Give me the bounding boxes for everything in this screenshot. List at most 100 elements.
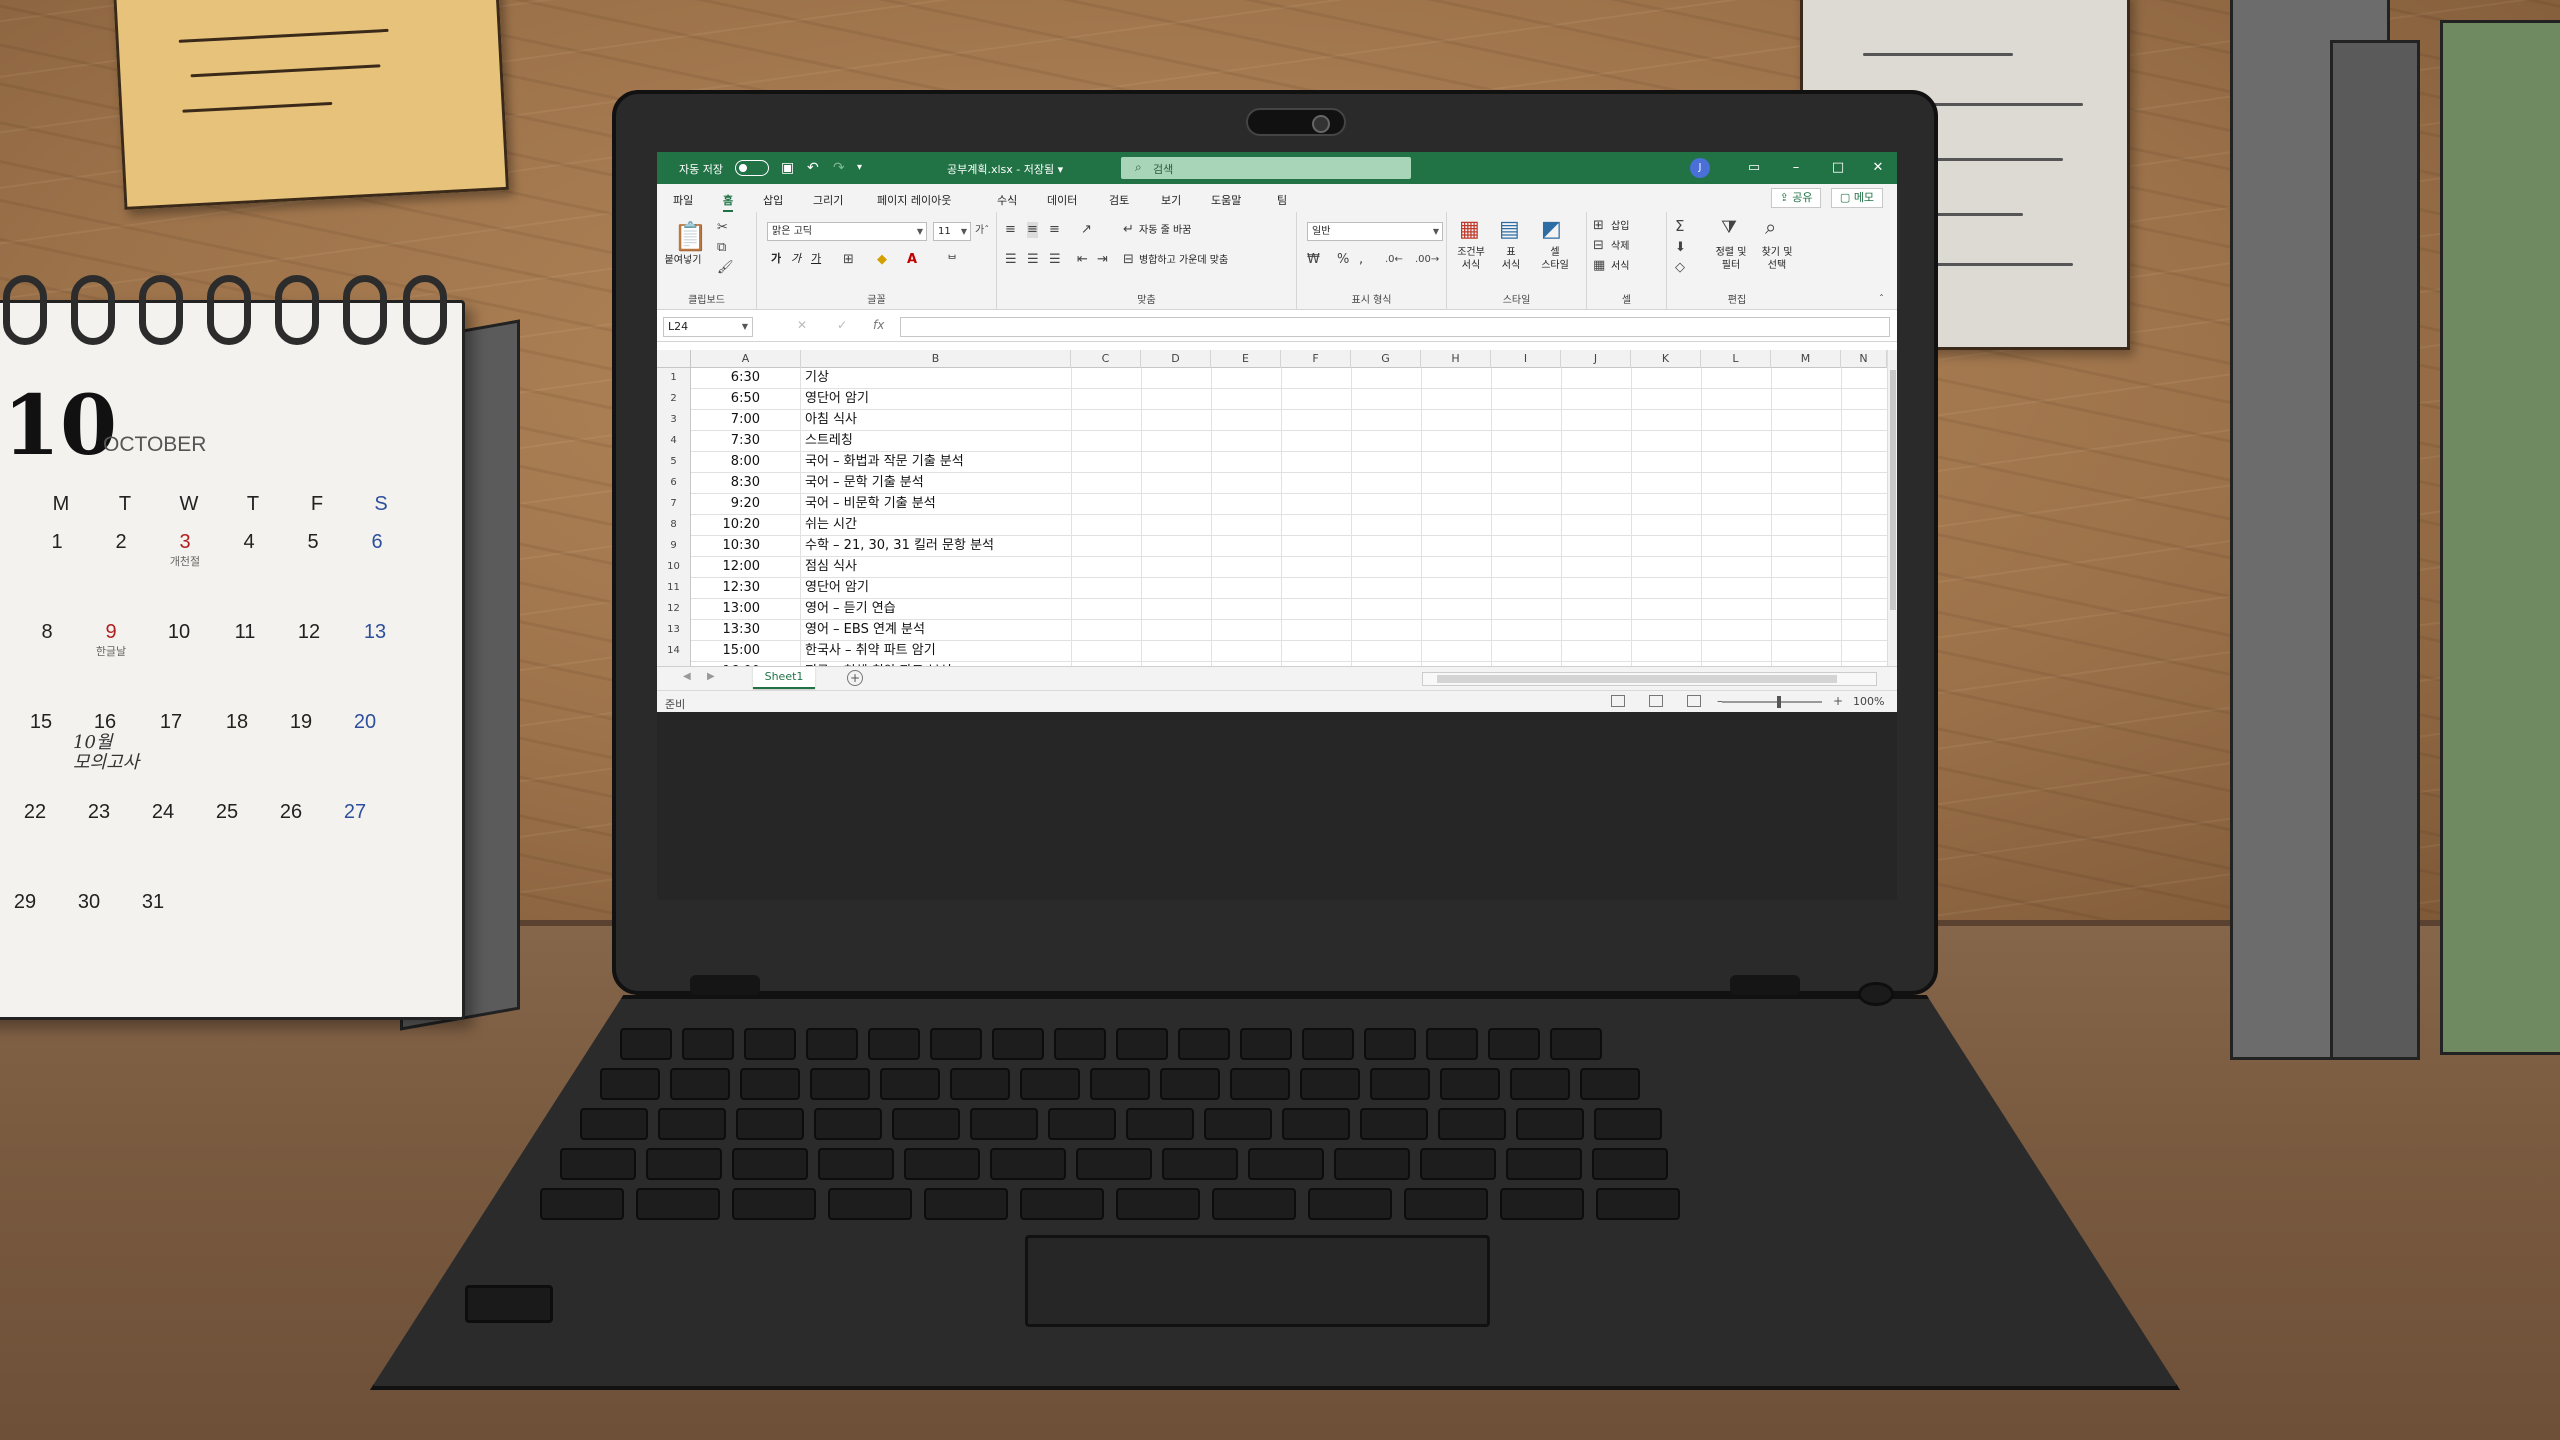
font-size-select[interactable]: 11 ▼ xyxy=(933,222,971,241)
cell-time[interactable]: 6:30 xyxy=(691,368,801,389)
cell-time[interactable]: 10:30 xyxy=(691,536,801,557)
format-painter-icon[interactable]: 🖌 xyxy=(717,260,734,276)
scroll-thumb[interactable] xyxy=(1437,675,1837,683)
cell-time[interactable]: 13:30 xyxy=(691,620,801,641)
row-header[interactable]: 3 xyxy=(657,410,691,431)
cell-time[interactable]: 13:00 xyxy=(691,599,801,620)
orientation-icon[interactable]: ↗ xyxy=(1081,222,1092,238)
tab-review[interactable]: 검토 xyxy=(1109,192,1129,208)
tab-page-layout[interactable]: 페이지 레이아웃 xyxy=(877,192,951,208)
conditional-format-button[interactable]: 조건부 서식 xyxy=(1453,246,1489,272)
grow-font-icon[interactable]: 가ˆ xyxy=(975,223,989,239)
cut-icon[interactable]: ✂ xyxy=(717,220,728,236)
cell-time[interactable]: 8:30 xyxy=(691,473,801,494)
cell-task[interactable]: 영어 – EBS 연계 분석 xyxy=(801,620,1731,641)
paste-icon[interactable]: 📋 xyxy=(673,222,708,252)
decrease-indent-icon[interactable]: ⇤ xyxy=(1077,252,1088,268)
cell-task[interactable]: 국어 – 화법과 작문 기출 분석 xyxy=(801,452,1731,473)
row-header[interactable]: 6 xyxy=(657,473,691,494)
cell-task[interactable]: 점심 식사 xyxy=(801,557,1731,578)
column-header[interactable]: L xyxy=(1701,350,1771,368)
prev-sheet-icon[interactable]: ◀ xyxy=(683,671,691,682)
tab-team[interactable]: 팀 xyxy=(1277,192,1287,208)
horizontal-scrollbar[interactable] xyxy=(1422,672,1877,686)
scroll-thumb[interactable] xyxy=(1890,370,1896,610)
format-table-icon[interactable]: ▤ xyxy=(1499,218,1520,242)
vertical-scrollbar[interactable] xyxy=(1887,350,1897,666)
cell-task[interactable]: 기상 xyxy=(801,368,1731,389)
row-header[interactable]: 14 xyxy=(657,641,691,662)
cell-task[interactable]: 영단어 암기 xyxy=(801,389,1731,410)
maximize-icon[interactable]: □ xyxy=(1827,158,1849,178)
conditional-format-icon[interactable]: ▦ xyxy=(1459,218,1480,242)
undo-icon[interactable]: ↶ xyxy=(807,159,819,177)
column-header[interactable]: N xyxy=(1841,350,1887,368)
enter-icon[interactable]: ✓ xyxy=(837,318,847,332)
cell-task[interactable]: 국어 – 문학 기출 분석 xyxy=(801,473,1731,494)
underline-button[interactable]: 가 xyxy=(811,252,821,265)
comma-icon[interactable]: , xyxy=(1359,252,1363,268)
tab-insert[interactable]: 삽입 xyxy=(763,192,783,208)
increase-indent-icon[interactable]: ⇥ xyxy=(1097,252,1108,268)
cell-time[interactable]: 7:00 xyxy=(691,410,801,431)
save-icon[interactable]: ▣ xyxy=(781,159,794,177)
redo-icon[interactable]: ↷ xyxy=(833,159,845,177)
merge-icon[interactable]: ⊟ xyxy=(1123,252,1134,268)
tab-data[interactable]: 데이터 xyxy=(1047,192,1077,208)
bold-button[interactable]: 가 xyxy=(771,252,781,265)
row-header[interactable]: 9 xyxy=(657,536,691,557)
cell-task[interactable]: 쉬는 시간 xyxy=(801,515,1731,536)
next-sheet-icon[interactable]: ▶ xyxy=(707,671,715,682)
tab-help[interactable]: 도움말 xyxy=(1211,192,1241,208)
insert-cells-icon[interactable]: ⊞ xyxy=(1593,218,1604,234)
clear-icon[interactable]: ◇ xyxy=(1675,260,1685,276)
align-right-icon[interactable]: ☰ xyxy=(1049,252,1061,268)
cell-task[interactable]: 아침 식사 xyxy=(801,410,1731,431)
column-header[interactable]: J xyxy=(1561,350,1631,368)
row-header[interactable]: 7 xyxy=(657,494,691,515)
select-all-corner[interactable] xyxy=(657,350,691,368)
normal-view-icon[interactable] xyxy=(1611,695,1625,707)
delete-cells-button[interactable]: 삭제 xyxy=(1611,240,1629,253)
align-center-icon[interactable]: ☰ xyxy=(1027,252,1039,268)
spreadsheet-grid[interactable]: 1 6:30 기상 2 6:50 영단어 암기 3 7:00 아침 식사 4 7:30 스트레칭 5 8:… xyxy=(657,368,1887,666)
cell-task[interactable]: 국어 – 비문학 기출 분석 xyxy=(801,494,1731,515)
fill-color-icon[interactable]: ◆ xyxy=(877,252,887,268)
phonetic-icon[interactable]: ᄇ xyxy=(947,252,957,268)
zoom-in-icon[interactable]: + xyxy=(1833,694,1843,708)
font-name-select[interactable]: 맑은 고딕 ▼ xyxy=(767,222,927,241)
find-icon[interactable]: ⌕ xyxy=(1765,216,1776,238)
row-header[interactable]: 2 xyxy=(657,389,691,410)
delete-cells-icon[interactable]: ⊟ xyxy=(1593,238,1604,254)
number-format-select[interactable]: 일반 ▼ xyxy=(1307,222,1443,241)
page-break-view-icon[interactable] xyxy=(1687,695,1701,707)
row-header[interactable]: 12 xyxy=(657,599,691,620)
column-header[interactable]: A xyxy=(691,350,801,368)
paste-button[interactable]: 붙여넣기 xyxy=(661,254,705,267)
cell-styles-button[interactable]: 셀 스타일 xyxy=(1535,246,1575,272)
cell-task[interactable]: 영어 – 듣기 연습 xyxy=(801,599,1731,620)
align-bottom-icon[interactable]: ≡ xyxy=(1049,222,1060,238)
percent-icon[interactable]: % xyxy=(1337,252,1349,268)
wrap-text-button[interactable]: 자동 줄 바꿈 xyxy=(1139,224,1191,237)
row-header[interactable]: 13 xyxy=(657,620,691,641)
cell-time[interactable]: 6:50 xyxy=(691,389,801,410)
column-header[interactable]: M xyxy=(1771,350,1841,368)
align-top-icon[interactable]: ≡ xyxy=(1005,222,1016,238)
minimize-icon[interactable]: – xyxy=(1785,158,1807,178)
cell-time[interactable]: 12:00 xyxy=(691,557,801,578)
sheet-tab[interactable]: Sheet1 xyxy=(753,667,815,689)
power-button[interactable] xyxy=(1858,982,1894,1006)
decrease-decimal-icon[interactable]: .00→ xyxy=(1415,252,1439,268)
cancel-icon[interactable]: ✕ xyxy=(797,318,807,332)
cell-time[interactable]: 10:20 xyxy=(691,515,801,536)
cell-styles-icon[interactable]: ◩ xyxy=(1541,218,1562,242)
column-header[interactable]: G xyxy=(1351,350,1421,368)
cell-time[interactable]: 8:00 xyxy=(691,452,801,473)
zoom-level[interactable]: 100% xyxy=(1853,695,1884,708)
align-left-icon[interactable]: ☰ xyxy=(1005,252,1017,268)
find-select-button[interactable]: 찾기 및 선택 xyxy=(1755,246,1799,272)
autosave-toggle[interactable] xyxy=(735,160,769,176)
copy-icon[interactable]: ⧉ xyxy=(717,240,726,256)
tab-file[interactable]: 파일 xyxy=(673,192,693,208)
